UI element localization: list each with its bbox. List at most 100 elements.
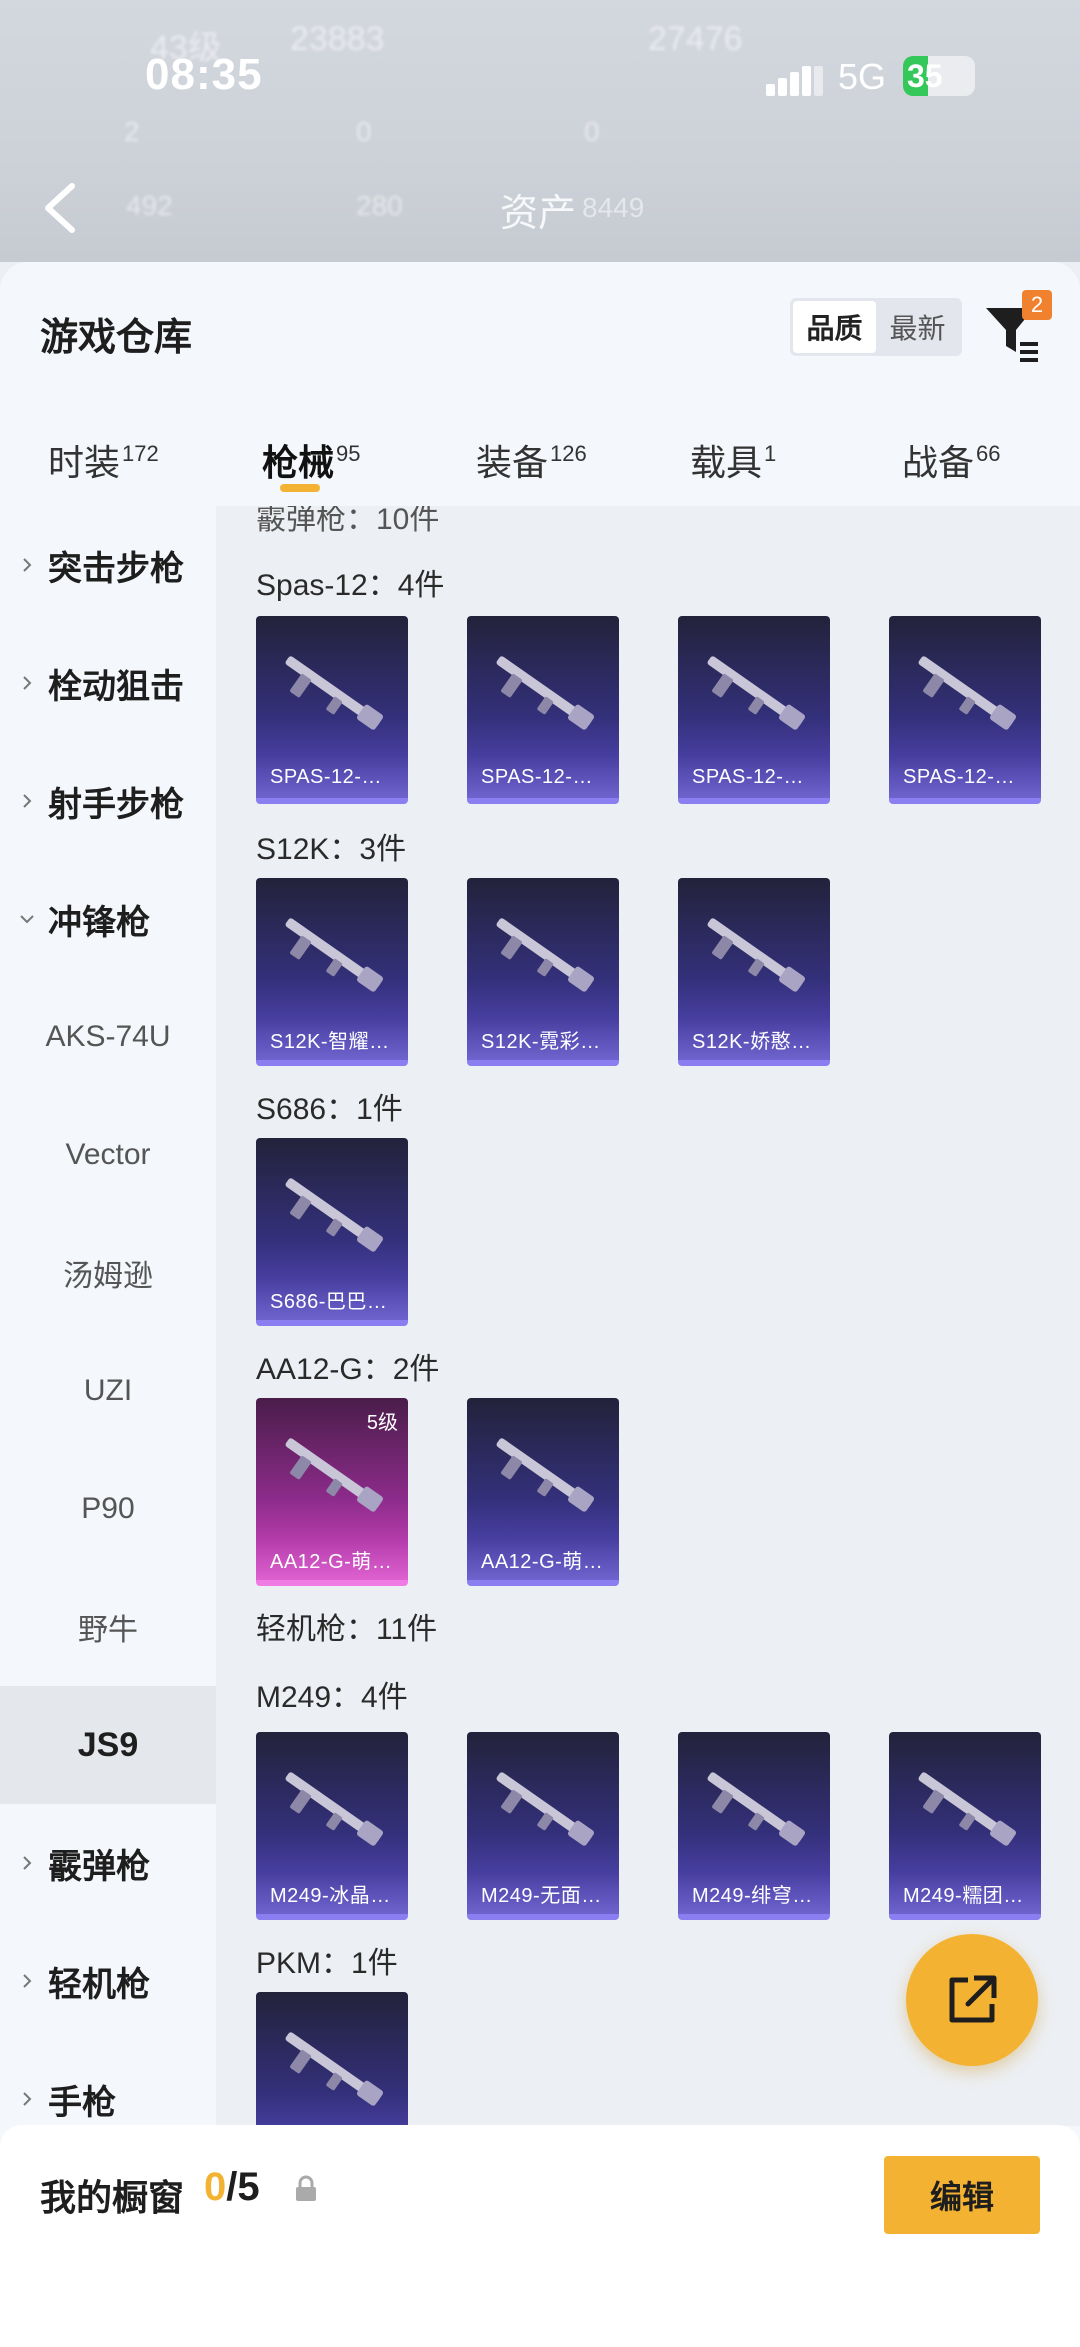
group-title: S686：1件 (256, 1093, 403, 1126)
weapon-card-name: M249-绯穹… (678, 1872, 830, 1914)
weapon-image (477, 1754, 609, 1864)
sidebar-subitem-aks74u[interactable]: AKS-74U (0, 978, 216, 1096)
weapon-card[interactable]: M249-绯穹… (678, 1732, 830, 1920)
weapon-image (477, 638, 609, 748)
weapon-image (899, 638, 1031, 748)
signal-icon (766, 64, 823, 96)
sidebar-item-lmg[interactable]: 轻机枪 (0, 1922, 216, 2040)
sort-quality-button[interactable]: 品质 (793, 301, 876, 353)
tab-count: 1 (764, 441, 777, 466)
tab-count: 95 (336, 441, 361, 466)
weapon-card[interactable]: S12K-霓彩… (467, 878, 619, 1066)
tab-label: 载具 (690, 442, 763, 483)
chevron-right-icon (23, 676, 32, 690)
weapon-image (266, 1754, 398, 1864)
weapon-card[interactable]: SPAS-12-… (678, 616, 830, 804)
status-bar: 08:35 5G 35 (0, 50, 1080, 110)
weapon-image (266, 900, 398, 1010)
weapon-card[interactable]: M249-无面… (467, 1732, 619, 1920)
tab-label: 战备 (902, 442, 975, 483)
weapon-card-name: M249-糯团… (889, 1872, 1041, 1914)
sidebar-subitem-bizon[interactable]: 野牛 (0, 1568, 216, 1686)
weapon-card-name: S12K-霓彩… (467, 1018, 619, 1060)
weapon-image (477, 900, 609, 1010)
tab-count: 66 (976, 441, 1001, 466)
tab-count: 126 (550, 441, 587, 466)
weapon-card[interactable]: SPAS-12-… (256, 616, 408, 804)
weapon-image (688, 900, 820, 1010)
lmg-section-header: 轻机枪：11件 (256, 1613, 438, 1646)
assets-value: 8449 (582, 192, 645, 223)
sidebar-subitem-uzi[interactable]: UZI (0, 1332, 216, 1450)
weapon-card[interactable]: S12K-智耀… (256, 878, 408, 1066)
showcase-count: 0/5 (204, 2165, 260, 2210)
showcase-title: 我的橱窗 (40, 2177, 185, 2218)
top-nav: 资产 8449 (0, 170, 1080, 240)
sidebar-subitem-thompson[interactable]: 汤姆逊 (0, 1214, 216, 1332)
weapon-list: 霰弹枪：10件 Spas-12：4件 SPAS-12-… SPAS-12-… S… (216, 506, 1080, 2126)
blurred-profile-header: 43级 23883 27476 2 0 0 492 280 08:35 5G 3… (0, 0, 1080, 262)
sidebar-item-bolt-sniper[interactable]: 栓动狙击 (0, 624, 216, 742)
weapon-card[interactable]: SPAS-12-… (889, 616, 1041, 804)
ghost-count-c: 0 (584, 116, 600, 147)
active-tab-indicator (280, 484, 320, 492)
filter-button[interactable]: 2 (982, 290, 1052, 370)
showcase-bar: 我的橱窗 0/5 编辑 (0, 2125, 1080, 2347)
sidebar-item-shotgun[interactable]: 霰弹枪 (0, 1804, 216, 1922)
tab-count: 172 (122, 441, 159, 466)
weapon-card-name: M249-冰晶… (256, 1872, 408, 1914)
weapon-card[interactable] (256, 1992, 408, 2126)
category-tabs: 时装172 枪械95 装备126 载具1 战备66 (0, 412, 1080, 502)
weapon-image (266, 638, 398, 748)
sidebar-item-label: 轻机枪 (48, 1965, 150, 2004)
back-icon[interactable] (36, 178, 86, 238)
sidebar-item-label: 手枪 (48, 2083, 116, 2122)
weapon-card[interactable]: M249-冰晶… (256, 1732, 408, 1920)
sidebar-item-label: 冲锋枪 (48, 903, 150, 942)
weapon-card-name: S12K-娇憨… (678, 1018, 830, 1060)
network-label: 5G (838, 56, 887, 97)
sidebar-item-marksman[interactable]: 射手步枪 (0, 742, 216, 860)
sort-newest-button[interactable]: 最新 (876, 301, 959, 353)
weapon-card[interactable]: S12K-娇憨… (678, 878, 830, 1066)
battery-icon: 35 (903, 56, 975, 96)
sort-toggle: 品质 最新 (790, 298, 962, 356)
weapon-card-name: SPAS-12-… (678, 756, 830, 798)
weapon-image (266, 2014, 398, 2124)
weapon-card[interactable]: SPAS-12-… (467, 616, 619, 804)
weapon-card[interactable]: 5级 AA12-G-萌… (256, 1398, 408, 1586)
lock-icon (296, 2175, 316, 2201)
weapon-card[interactable]: AA12-G-萌… (467, 1398, 619, 1586)
chevron-right-icon (23, 794, 32, 808)
weapon-category-sidebar: 突击步枪 栓动狙击 射手步枪 冲锋枪 AKS-74U Vector 汤姆逊 UZ… (0, 506, 216, 2126)
edit-button[interactable]: 编辑 (884, 2156, 1040, 2234)
sidebar-item-label: 栓动狙击 (48, 667, 184, 706)
sheet-title: 游戏仓库 (40, 317, 193, 359)
sidebar-subitem-vector[interactable]: Vector (0, 1096, 216, 1214)
status-time: 08:35 (145, 50, 263, 99)
weapon-card-name: S686-巴巴… (256, 1278, 408, 1320)
share-button[interactable] (906, 1934, 1038, 2066)
weapon-card[interactable]: M249-糯团… (889, 1732, 1041, 1920)
group-title: S12K：3件 (256, 833, 407, 866)
weapon-image (688, 638, 820, 748)
sidebar-item-smg[interactable]: 冲锋枪 (0, 860, 216, 978)
tab-label: 装备 (476, 442, 549, 483)
chevron-right-icon (23, 1856, 32, 1870)
sidebar-item-label: 霰弹枪 (48, 1847, 150, 1886)
weapon-card-name: AA12-G-萌… (256, 1538, 408, 1580)
group-title: Spas-12：4件 (256, 569, 445, 602)
assets-title: 资产 (500, 193, 577, 235)
chevron-down-icon (20, 915, 34, 924)
tab-label: 时装 (48, 442, 121, 483)
group-title: PKM：1件 (256, 1947, 398, 1980)
group-title: M249：4件 (256, 1681, 408, 1714)
ghost-count-b: 0 (356, 116, 372, 147)
sidebar-item-label: 突击步枪 (48, 549, 184, 588)
battery-level: 35 (907, 58, 943, 94)
sidebar-subitem-p90[interactable]: P90 (0, 1450, 216, 1568)
sidebar-subitem-js9[interactable]: JS9 (0, 1686, 216, 1804)
weapon-card[interactable]: S686-巴巴… (256, 1138, 408, 1326)
sidebar-item-assault-rifle[interactable]: 突击步枪 (0, 506, 216, 624)
chevron-right-icon (23, 2092, 32, 2106)
